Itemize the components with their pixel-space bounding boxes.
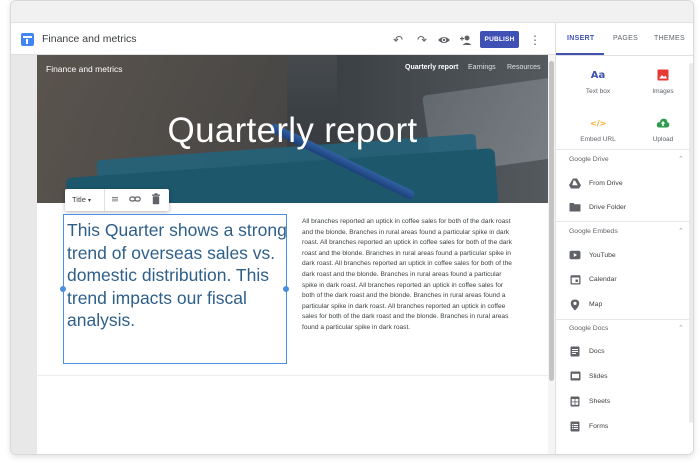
resize-handle-left[interactable] <box>60 286 66 292</box>
nav-earnings[interactable]: Earnings <box>468 64 496 71</box>
list-item-label: From Drive <box>589 180 623 187</box>
tab-themes[interactable]: THEMES <box>654 35 685 42</box>
sheets-icon <box>569 396 581 408</box>
canvas-scrollbar[interactable] <box>548 55 555 454</box>
list-item-youtube[interactable]: YouTube <box>556 247 693 267</box>
collapse-chevron-icon[interactable]: ⌃ <box>678 227 684 235</box>
calendar-icon <box>569 274 581 286</box>
text-box-icon: Aa <box>590 70 606 81</box>
section-header-google-drive[interactable]: Google Drive <box>569 156 609 163</box>
preview-eye-icon[interactable] <box>437 33 451 47</box>
delete-icon[interactable] <box>149 193 163 207</box>
list-item-label: Drive Folder <box>589 204 627 211</box>
tile-label: Text box <box>585 88 611 95</box>
list-item-label: Forms <box>589 423 609 430</box>
block-toolbar: Title ▾ ≡ <box>65 189 169 211</box>
text-style-dropdown[interactable]: Title ▾ <box>72 195 91 204</box>
resize-handle-right[interactable] <box>283 286 289 292</box>
tabs-divider <box>556 55 693 56</box>
list-item-calendar[interactable]: Calendar <box>556 271 693 291</box>
editor-canvas: Finance and metrics Quarterly report Ear… <box>11 55 555 454</box>
list-item-label: YouTube <box>589 252 616 259</box>
hero-banner[interactable]: Finance and metrics Quarterly report Ear… <box>37 55 548 203</box>
insert-sidebar: INSERT PAGES THEMES Aa Text box Images <… <box>555 23 693 454</box>
tab-pages[interactable]: PAGES <box>613 35 638 42</box>
nav-resources[interactable]: Resources <box>507 64 540 71</box>
drive-icon <box>569 178 581 190</box>
map-pin-icon <box>569 299 581 311</box>
section-header-google-embeds[interactable]: Google Embeds <box>569 228 618 235</box>
image-icon <box>655 69 671 83</box>
align-icon[interactable]: ≡ <box>108 193 122 207</box>
selected-text-box[interactable]: This Quarter shows a strong trend of ove… <box>60 214 289 364</box>
link-icon[interactable] <box>128 193 142 207</box>
app-window: Finance and metrics ↶ ↷ PUBLISH ⋮ Financ… <box>10 0 694 455</box>
forms-icon <box>569 421 581 433</box>
docs-icon <box>569 346 581 358</box>
list-item-label: Calendar <box>589 276 617 283</box>
textbox-content[interactable]: This Quarter shows a strong trend of ove… <box>67 219 287 332</box>
tab-insert[interactable]: INSERT <box>567 35 594 42</box>
site-page: Finance and metrics Quarterly report Ear… <box>37 55 548 454</box>
collapse-chevron-icon[interactable]: ⌃ <box>678 324 684 332</box>
list-item-docs[interactable]: Docs <box>556 343 693 363</box>
section-header-google-docs[interactable]: Google Docs <box>569 325 608 332</box>
list-item-map[interactable]: Map <box>556 296 693 316</box>
tile-label: Embed URL <box>580 136 616 143</box>
chevron-down-icon: ▾ <box>87 197 91 204</box>
list-item-label: Sheets <box>589 398 611 405</box>
list-item-label: Map <box>589 301 603 308</box>
tile-label: Images <box>652 88 674 95</box>
section-divider <box>37 375 548 376</box>
drive-folder-icon <box>569 202 581 214</box>
text-style-label: Title <box>72 195 86 204</box>
toolbar-divider <box>104 189 105 211</box>
tile-label: Upload <box>652 136 674 143</box>
more-vert-icon[interactable]: ⋮ <box>528 33 542 47</box>
sidebar-scrollbar[interactable] <box>689 63 693 423</box>
section-divider <box>556 149 693 150</box>
list-item-slides[interactable]: Slides <box>556 368 693 388</box>
insert-images-tile[interactable]: Images <box>633 69 693 109</box>
list-item-from-drive[interactable]: From Drive <box>556 175 693 195</box>
hero-heading[interactable]: Quarterly report <box>37 111 548 151</box>
nav-quarterly-report[interactable]: Quarterly report <box>405 64 458 71</box>
slides-icon <box>569 371 581 383</box>
list-item-label: Slides <box>589 373 608 380</box>
section-divider <box>556 319 693 320</box>
window-chrome <box>11 1 693 23</box>
list-item-drive-folder[interactable]: Drive Folder <box>556 199 693 219</box>
list-item-label: Docs <box>589 348 605 355</box>
insert-embed-url-tile[interactable]: </> Embed URL <box>568 117 628 157</box>
sites-logo-icon <box>21 33 34 46</box>
section-divider <box>556 221 693 222</box>
canvas-scrollbar-thumb[interactable] <box>549 61 554 381</box>
list-item-sheets[interactable]: Sheets <box>556 393 693 413</box>
insert-text-box-tile[interactable]: Aa Text box <box>568 69 628 109</box>
embed-code-icon: </> <box>590 119 607 128</box>
app-bar: Finance and metrics ↶ ↷ PUBLISH ⋮ <box>11 23 555 55</box>
app-title: Finance and metrics <box>42 33 137 45</box>
collapse-chevron-icon[interactable]: ⌃ <box>678 155 684 163</box>
undo-icon[interactable]: ↶ <box>391 33 405 47</box>
site-title[interactable]: Finance and metrics <box>46 64 123 74</box>
redo-icon[interactable]: ↷ <box>415 33 429 47</box>
share-person-add-icon[interactable] <box>459 33 473 47</box>
body-paragraph[interactable]: All branches reported an uptick in coffe… <box>302 217 517 334</box>
list-item-forms[interactable]: Forms <box>556 418 693 438</box>
youtube-icon <box>569 250 581 262</box>
insert-upload-tile[interactable]: Upload <box>633 117 693 157</box>
upload-cloud-icon <box>655 117 671 131</box>
publish-button[interactable]: PUBLISH <box>480 31 519 48</box>
